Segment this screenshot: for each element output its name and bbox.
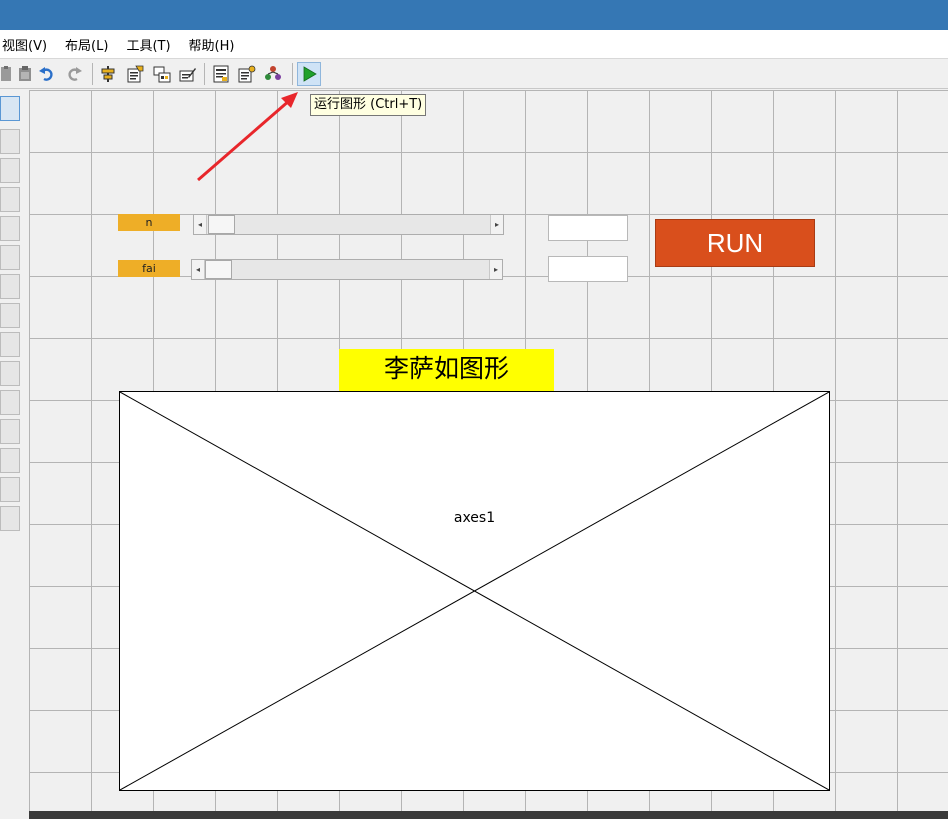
slider-n-label[interactable]: n bbox=[118, 214, 180, 231]
menu-view[interactable]: 视图(V) bbox=[0, 35, 47, 54]
slider-n[interactable]: ◂ ▸ bbox=[193, 214, 504, 235]
palette-button[interactable] bbox=[0, 332, 20, 357]
tab-order-icon[interactable] bbox=[152, 64, 172, 84]
property-inspector-icon[interactable] bbox=[237, 64, 257, 84]
run-icon[interactable] bbox=[297, 62, 321, 86]
palette-button[interactable] bbox=[0, 187, 20, 212]
palette-button[interactable] bbox=[0, 274, 20, 299]
palette-button[interactable] bbox=[0, 419, 20, 444]
slider-right-arrow-icon[interactable]: ▸ bbox=[489, 260, 502, 279]
align-icon[interactable] bbox=[98, 64, 118, 84]
canvas-bottom-border bbox=[29, 811, 948, 819]
toolbar bbox=[0, 58, 948, 89]
axes-label: axes1 bbox=[453, 510, 496, 526]
object-browser-icon[interactable] bbox=[263, 64, 283, 84]
slider-left-arrow-icon[interactable]: ◂ bbox=[194, 215, 207, 234]
editor-icon[interactable] bbox=[211, 64, 231, 84]
edit-fai[interactable] bbox=[548, 256, 628, 282]
palette-button[interactable] bbox=[0, 361, 20, 386]
slider-thumb[interactable] bbox=[205, 260, 232, 279]
palette-button[interactable] bbox=[0, 477, 20, 502]
run-tooltip: 运行图形 (Ctrl+T) bbox=[310, 94, 427, 116]
window-title-bar bbox=[0, 0, 948, 30]
slider-right-arrow-icon[interactable]: ▸ bbox=[490, 215, 503, 234]
menu-tools[interactable]: 工具(T) bbox=[124, 35, 170, 54]
palette-button[interactable] bbox=[0, 448, 20, 473]
palette-button[interactable] bbox=[0, 216, 20, 241]
figure-title-text[interactable]: 李萨如图形 bbox=[339, 349, 554, 391]
menu-layout[interactable]: 布局(L) bbox=[63, 35, 108, 54]
undo-icon[interactable] bbox=[37, 64, 57, 84]
axes-cross-lines bbox=[120, 392, 829, 790]
axes-placeholder[interactable]: axes1 bbox=[119, 391, 830, 791]
palette-button[interactable] bbox=[0, 129, 20, 154]
paste-icon[interactable] bbox=[15, 64, 35, 84]
palette-button[interactable] bbox=[0, 303, 20, 328]
menu-help[interactable]: 帮助(H) bbox=[187, 35, 235, 54]
palette-button[interactable] bbox=[0, 158, 20, 183]
palette-button[interactable] bbox=[0, 390, 20, 415]
slider-thumb[interactable] bbox=[208, 215, 235, 234]
redo-icon[interactable] bbox=[64, 64, 84, 84]
paste-icon[interactable] bbox=[0, 64, 14, 84]
palette-button[interactable] bbox=[0, 245, 20, 270]
slider-fai[interactable]: ◂ ▸ bbox=[191, 259, 503, 280]
property-editor-icon[interactable] bbox=[125, 64, 145, 84]
slider-left-arrow-icon[interactable]: ◂ bbox=[192, 260, 205, 279]
toolbar-separator bbox=[204, 63, 205, 85]
menu-bar: 视图(V) 布局(L) 工具(T) 帮助(H) bbox=[0, 30, 948, 58]
toolbar-separator bbox=[292, 63, 293, 85]
toolbar-separator bbox=[92, 63, 93, 85]
slider-fai-label[interactable]: fai bbox=[118, 260, 180, 277]
palette-button[interactable] bbox=[0, 506, 20, 531]
menu-editor-icon[interactable] bbox=[178, 64, 198, 84]
edit-n[interactable] bbox=[548, 215, 628, 241]
run-button[interactable]: RUN bbox=[655, 219, 815, 267]
component-palette bbox=[0, 90, 22, 819]
palette-select-button[interactable] bbox=[0, 96, 20, 121]
